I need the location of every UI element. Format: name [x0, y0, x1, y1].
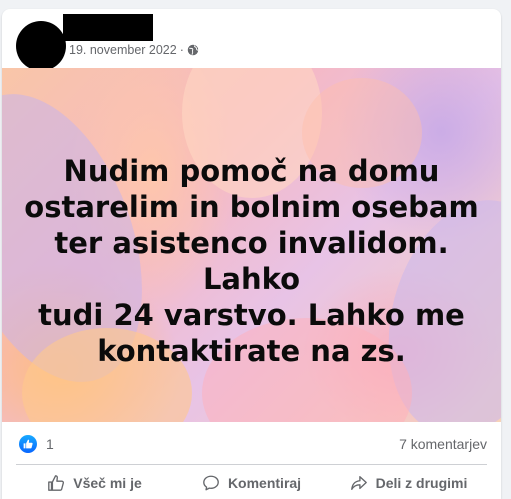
like-button[interactable]: Všeč mi je: [16, 466, 173, 499]
post-text-line: Nudim pomoč na domu: [63, 154, 440, 188]
action-bar: Všeč mi je Komentiraj Deli z drugimi: [16, 466, 487, 499]
post-text-line: ter asistenco invalidom. Lahko: [54, 226, 449, 296]
author-name-redacted[interactable]: [63, 14, 153, 41]
share-button[interactable]: Deli z drugimi: [330, 466, 487, 499]
comment-button-label: Komentiraj: [227, 474, 302, 491]
comment-icon: [203, 475, 219, 490]
share-icon: [350, 475, 367, 490]
comment-button[interactable]: Komentiraj: [173, 466, 330, 499]
like-button-label: Všeč mi je: [73, 474, 142, 491]
globe-icon[interactable]: [187, 44, 199, 56]
like-count[interactable]: 1: [19, 435, 54, 453]
post-text-line: tudi 24 varstvo. Lahko me: [38, 298, 465, 332]
post-date[interactable]: 19. november 2022: [69, 43, 177, 57]
post-text: Nudim pomoč na domu ostarelim in bolnim …: [2, 153, 501, 369]
share-button-label: Deli z drugimi: [375, 474, 468, 491]
like-reaction-icon: [19, 435, 37, 453]
post-text-line: kontaktirate na zs.: [97, 334, 406, 368]
avatar[interactable]: [16, 21, 66, 71]
divider: [16, 464, 487, 465]
post-text-line: ostarelim in bolnim osebam: [24, 190, 479, 224]
post-meta: 19. november 2022 ·: [69, 42, 199, 58]
like-count-number: 1: [46, 436, 54, 452]
thumbs-up-icon: [48, 474, 65, 491]
post-card: 19. november 2022 · Nudim pomoč na domu …: [2, 9, 501, 499]
post-background-image[interactable]: Nudim pomoč na domu ostarelim in bolnim …: [2, 68, 501, 422]
comments-count[interactable]: 7 komentarjev: [399, 436, 487, 452]
reactions-bar: 1 7 komentarjev: [2, 422, 501, 466]
meta-separator: ·: [179, 43, 184, 57]
